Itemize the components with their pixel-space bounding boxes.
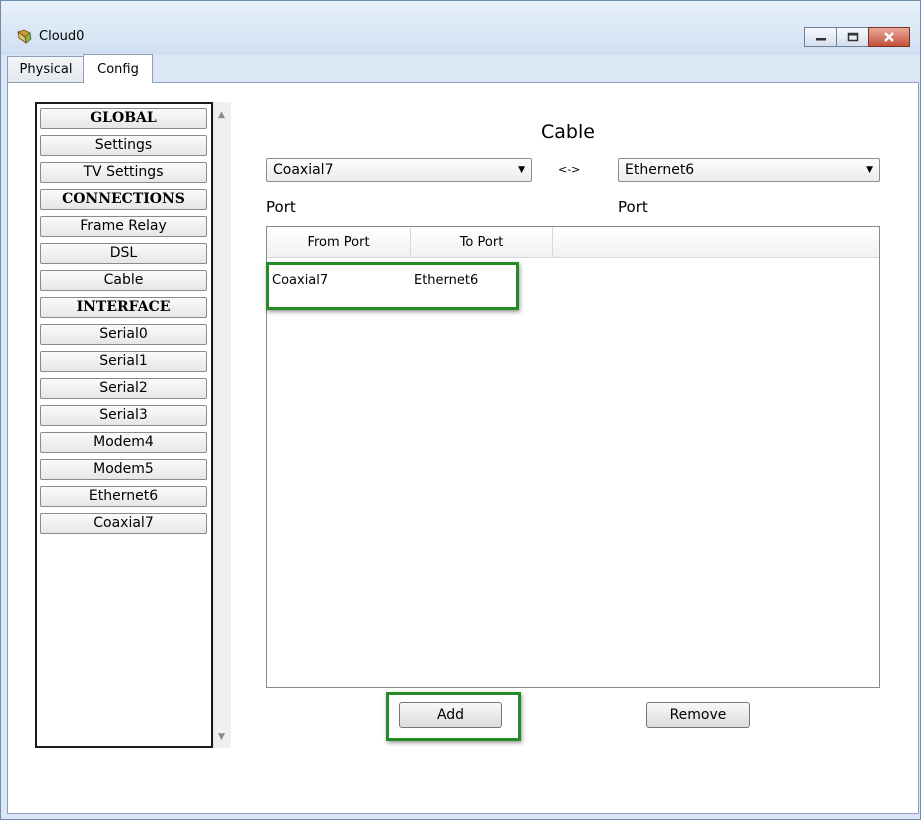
sidebar-item-label: INTERFACE bbox=[76, 299, 171, 315]
cloud-device-icon bbox=[17, 29, 32, 44]
add-highlight-box bbox=[386, 692, 521, 741]
sidebar-header-connections: CONNECTIONS bbox=[40, 189, 207, 210]
sidebar-item-serial2[interactable]: Serial2 bbox=[40, 378, 207, 399]
maximize-icon bbox=[847, 32, 858, 42]
sidebar-header-interface: INTERFACE bbox=[40, 297, 207, 318]
sidebar-item-coaxial7[interactable]: Coaxial7 bbox=[40, 513, 207, 534]
scroll-up-icon[interactable]: ▲ bbox=[218, 110, 225, 120]
tab-config[interactable]: Config bbox=[83, 54, 153, 83]
link-symbol: <-> bbox=[558, 163, 581, 176]
sidebar-scrollbar[interactable]: ▲ ▼ bbox=[213, 102, 231, 748]
to-port-select-value: Ethernet6 bbox=[625, 162, 695, 178]
sidebar-item-label: Serial1 bbox=[99, 353, 148, 369]
sidebar-item-frame-relay[interactable]: Frame Relay bbox=[40, 216, 207, 237]
cloud-config-window: Cloud0 Physical Config GLOBAL Settings T… bbox=[0, 0, 921, 820]
sidebar-item-label: CONNECTIONS bbox=[62, 191, 185, 207]
column-header-from-port[interactable]: From Port bbox=[267, 227, 411, 258]
tab-physical[interactable]: Physical bbox=[7, 56, 85, 82]
page-title: Cable bbox=[541, 121, 595, 143]
sidebar-item-label: Settings bbox=[94, 137, 153, 153]
from-port-label: Port bbox=[266, 198, 296, 216]
sidebar-item-dsl[interactable]: DSL bbox=[40, 243, 207, 264]
sidebar-item-serial0[interactable]: Serial0 bbox=[40, 324, 207, 345]
tab-label: Config bbox=[97, 61, 139, 77]
sidebar-header-global: GLOBAL bbox=[40, 108, 207, 129]
sidebar-item-modem4[interactable]: Modem4 bbox=[40, 432, 207, 453]
column-header-label: From Port bbox=[307, 235, 370, 250]
sidebar-item-serial1[interactable]: Serial1 bbox=[40, 351, 207, 372]
sidebar-item-label: Serial0 bbox=[99, 326, 148, 342]
sidebar-item-tv-settings[interactable]: TV Settings bbox=[40, 162, 207, 183]
from-port-select-value: Coaxial7 bbox=[273, 162, 334, 178]
sidebar-item-modem5[interactable]: Modem5 bbox=[40, 459, 207, 480]
sidebar-item-label: Cable bbox=[103, 272, 144, 288]
sidebar-item-label: Coaxial7 bbox=[93, 515, 154, 531]
sidebar-item-label: Serial3 bbox=[99, 407, 148, 423]
minimize-icon bbox=[815, 38, 826, 41]
column-header-label: To Port bbox=[459, 235, 504, 250]
chevron-down-icon: ▼ bbox=[866, 165, 873, 175]
window-title: Cloud0 bbox=[39, 29, 85, 44]
sidebar-item-label: Ethernet6 bbox=[88, 488, 159, 504]
chevron-down-icon: ▼ bbox=[518, 165, 525, 175]
sidebar-item-cable[interactable]: Cable bbox=[40, 270, 207, 291]
to-port-select[interactable]: Ethernet6 ▼ bbox=[618, 158, 880, 182]
close-button[interactable] bbox=[868, 27, 910, 47]
column-header-to-port[interactable]: To Port bbox=[411, 227, 553, 258]
sidebar-item-label: TV Settings bbox=[83, 164, 164, 180]
close-icon bbox=[884, 32, 894, 42]
sidebar-item-label: Modem5 bbox=[93, 461, 154, 477]
column-header-filler bbox=[553, 227, 879, 258]
from-port-select[interactable]: Coaxial7 ▼ bbox=[266, 158, 532, 182]
to-port-label: Port bbox=[618, 198, 648, 216]
remove-button-label: Remove bbox=[669, 707, 727, 723]
sidebar-item-label: Frame Relay bbox=[80, 218, 167, 234]
sidebar-item-ethernet6[interactable]: Ethernet6 bbox=[40, 486, 207, 507]
scroll-down-icon[interactable]: ▼ bbox=[218, 732, 225, 742]
sidebar-item-label: Modem4 bbox=[93, 434, 154, 450]
sidebar-item-label: GLOBAL bbox=[90, 110, 157, 126]
remove-button[interactable]: Remove bbox=[646, 702, 750, 728]
sidebar-item-serial3[interactable]: Serial3 bbox=[40, 405, 207, 426]
row-highlight-box bbox=[266, 262, 519, 310]
tab-label: Physical bbox=[19, 62, 73, 77]
config-sidebar: GLOBAL Settings TV Settings CONNECTIONS … bbox=[35, 102, 213, 748]
sidebar-item-settings[interactable]: Settings bbox=[40, 135, 207, 156]
sidebar-item-label: DSL bbox=[109, 245, 138, 261]
title-bar[interactable]: Cloud0 bbox=[1, 1, 920, 55]
minimize-button[interactable] bbox=[804, 27, 837, 47]
maximize-button[interactable] bbox=[836, 27, 869, 47]
sidebar-item-label: Serial2 bbox=[99, 380, 148, 396]
